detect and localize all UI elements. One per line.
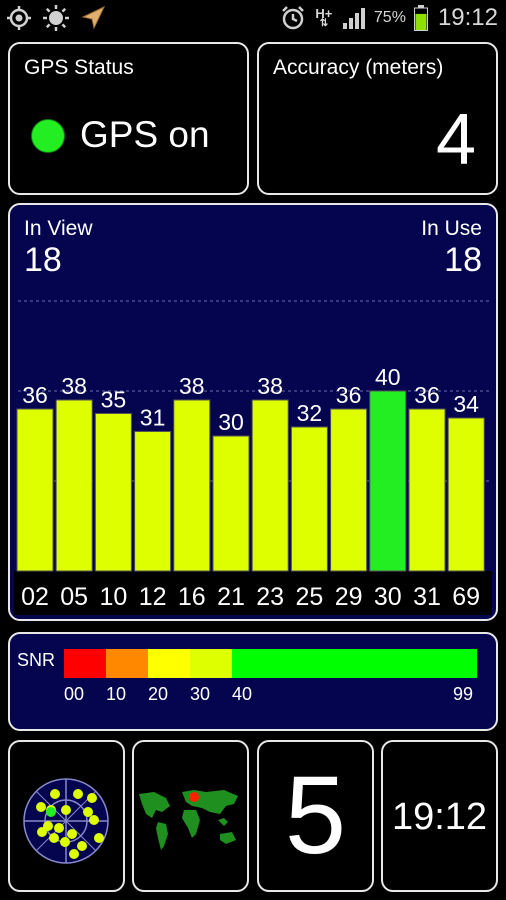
snr-value-label: 35 (101, 387, 127, 413)
snr-value-label: 38 (257, 373, 283, 399)
battery-icon (413, 5, 428, 31)
snr-bar (55, 399, 93, 572)
world-map-icon (139, 790, 238, 850)
gps-indicator-icon (31, 119, 65, 153)
snr-value-label: 30 (218, 409, 244, 435)
snr-bar (94, 413, 132, 572)
satellite-prn-label: 30 (374, 583, 402, 611)
sky-radar-icon (23, 778, 109, 864)
snr-bar (290, 426, 328, 572)
satellite-prn-label: 21 (217, 583, 245, 611)
snr-bar-chart: 36 02 38 05 35 10 31 12 38 16 30 21 38 23 32 25 36 29 40 30… (14, 300, 492, 615)
snr-scale-tick: 40 (232, 684, 253, 704)
snr-value-label: 38 (61, 373, 87, 399)
snr-scale-tick: 20 (148, 684, 169, 704)
snr-value-label: 40 (375, 364, 401, 390)
signal-icon (342, 8, 365, 29)
satellite-prn-label: 69 (452, 583, 480, 611)
satellite-prn-label: 02 (21, 583, 49, 611)
satellite-prn-label: 12 (139, 583, 167, 611)
in-view-label: In View (24, 217, 93, 240)
accuracy-panel[interactable]: Accuracy (meters) 4 (257, 42, 498, 195)
snr-scale-tick: 10 (106, 684, 127, 704)
snr-scale-tick: 30 (190, 684, 211, 704)
clock-panel[interactable]: 19:12 (381, 740, 498, 892)
snr-bar (447, 417, 485, 572)
snr-bar (251, 399, 289, 572)
gps-target-icon (7, 6, 31, 30)
gps-status-text: GPS on (80, 114, 210, 155)
accuracy-value: 4 (435, 100, 476, 180)
snr-value-label: 31 (140, 405, 166, 431)
in-use-label: In Use (421, 217, 482, 240)
gps-status-title: GPS Status (24, 56, 134, 79)
status-bar: H+ ⇅ 75% 19:12 (0, 0, 506, 36)
satellite-count-panel[interactable]: 5 (257, 740, 374, 892)
snr-value-label: 36 (336, 382, 362, 408)
battery-percent: 75% (373, 9, 406, 26)
snr-value-label: 36 (22, 382, 48, 408)
satellite-signal-panel[interactable]: 36 02 38 05 35 10 31 12 38 16 30 21 38 23 32 25 36 29 40 30… (8, 203, 498, 621)
snr-bar (134, 431, 172, 572)
brightness-icon (43, 5, 69, 31)
satellite-prn-label: 05 (60, 583, 88, 611)
gps-status-panel[interactable]: GPS Status GPS on (8, 42, 249, 195)
accuracy-title: Accuracy (meters) (273, 56, 444, 79)
snr-bar (330, 408, 368, 572)
snr-value-label: 38 (179, 373, 205, 399)
snr-scale-segment (148, 649, 190, 678)
snr-bar (173, 399, 211, 572)
in-view-value: 18 (24, 241, 62, 279)
world-map-panel[interactable] (132, 740, 249, 892)
satellite-prn-label: 31 (413, 583, 441, 611)
snr-scale-tick: 00 (64, 684, 85, 704)
satellite-prn-label: 16 (178, 583, 206, 611)
snr-label: SNR (17, 650, 56, 670)
snr-bar (408, 408, 446, 572)
snr-bar (16, 408, 54, 572)
snr-scale-segment (64, 649, 106, 678)
notification-icons (6, 4, 106, 32)
snr-value-label: 32 (297, 400, 323, 426)
system-indicators: H+ ⇅ 75% 19:12 (280, 0, 498, 36)
snr-scale-segment (232, 649, 477, 678)
alarm-clock-icon (282, 6, 304, 30)
snr-value-label: 36 (414, 382, 440, 408)
snr-scale-tick: 99 (453, 684, 474, 704)
satellite-prn-label: 25 (295, 583, 323, 611)
sky-radar-panel[interactable] (8, 740, 125, 892)
snr-scale-segment (190, 649, 232, 678)
snr-legend-panel: SNR 00 10 20 30 40 99 (8, 632, 498, 731)
snr-bar (369, 390, 407, 572)
satellite-prn-label: 29 (335, 583, 363, 611)
snr-value-label: 34 (453, 391, 479, 417)
satellite-prn-label: 23 (256, 583, 284, 611)
snr-scale-segment (106, 649, 148, 678)
satellite-count-value: 5 (284, 754, 347, 877)
snr-bar (212, 435, 250, 572)
location-arrow-icon (81, 5, 106, 30)
network-hplus-icon: H+ ⇅ (315, 5, 333, 29)
satellite-prn-label: 10 (99, 583, 127, 611)
in-use-value: 18 (444, 241, 482, 279)
status-clock: 19:12 (437, 4, 498, 31)
clock-value: 19:12 (391, 796, 488, 838)
